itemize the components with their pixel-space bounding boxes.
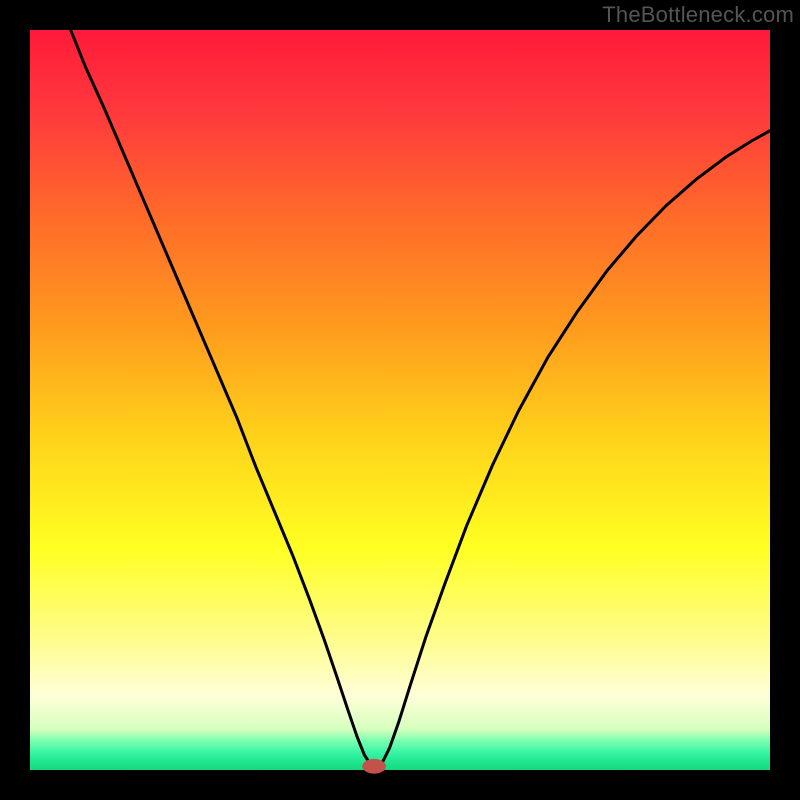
plot-background	[30, 30, 770, 770]
watermark-text: TheBottleneck.com	[602, 2, 794, 28]
chart-container: { "watermark": "TheBottleneck.com", "cha…	[0, 0, 800, 800]
optimal-point-marker	[362, 759, 386, 774]
bottleneck-chart	[0, 0, 800, 800]
